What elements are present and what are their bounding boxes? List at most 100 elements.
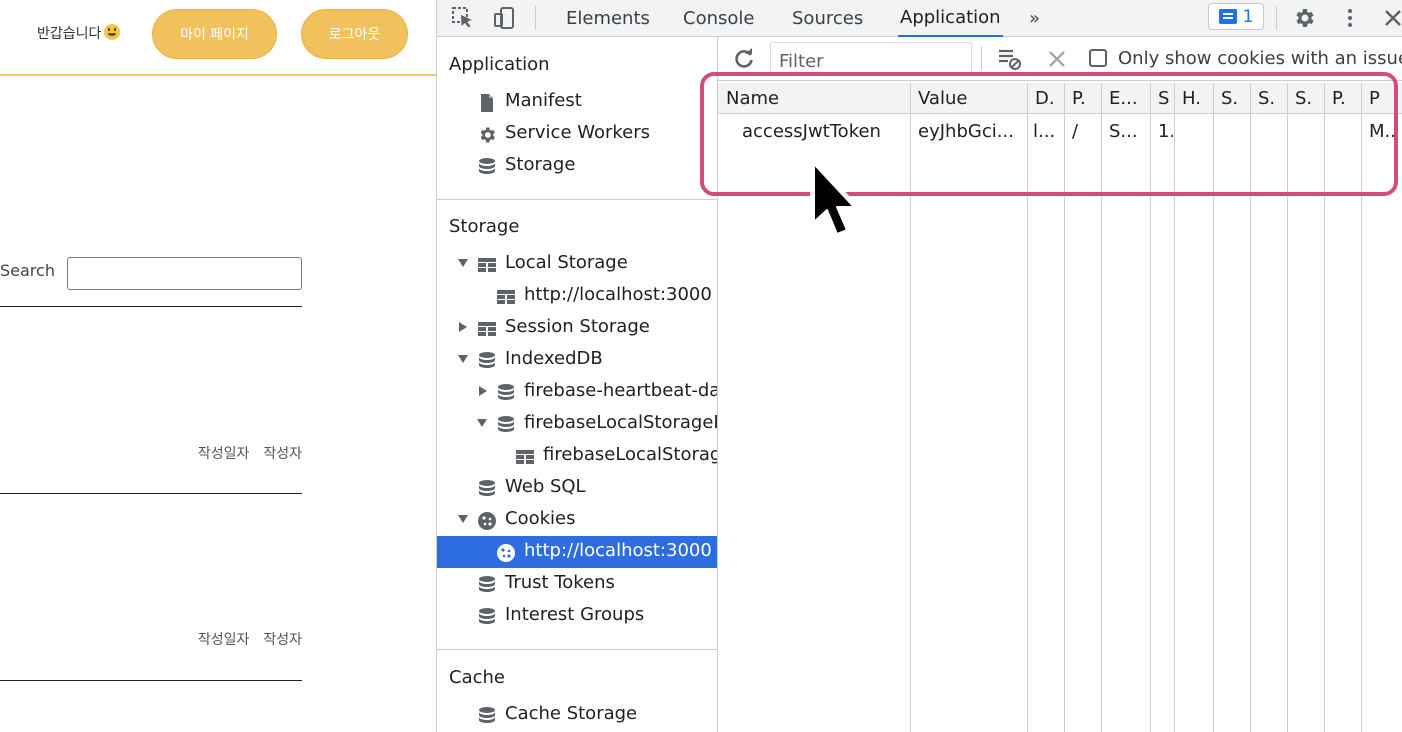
column-header-sameparty[interactable]: S. [1287, 83, 1324, 114]
delete-icon[interactable] [1045, 47, 1069, 71]
cookie-icon [478, 512, 496, 530]
sidebar-item-cookies[interactable]: Cookies [437, 504, 717, 536]
inspect-element-icon[interactable] [451, 6, 475, 30]
sidebar-item-trust-tokens[interactable]: Trust Tokens [437, 568, 717, 600]
column-header-value[interactable]: Value [910, 83, 1027, 114]
sidebar-item-local-storage[interactable]: Local Storage [437, 248, 717, 280]
sidebar-item-storage[interactable]: Storage [437, 150, 717, 182]
post-author-label: 작성자 [263, 632, 302, 648]
sidebar-item-label: Storage [505, 154, 576, 175]
gear-icon[interactable] [1292, 6, 1316, 30]
search-label: Search [0, 261, 55, 280]
column-header-partition-key[interactable]: P. [1324, 83, 1361, 114]
sidebar-item-label: firebaseLocalStorageDb [524, 412, 718, 433]
issues-button[interactable]: 1 [1208, 3, 1264, 30]
clear-filtered-icon[interactable] [997, 46, 1021, 70]
column-divider [1150, 83, 1151, 732]
sidebar-item-cookies-origin[interactable]: http://localhost:3000 [437, 536, 717, 568]
column-header-samesite[interactable]: S. [1250, 83, 1287, 114]
tab-application[interactable]: Application [898, 0, 1003, 37]
column-divider [1361, 83, 1362, 732]
sidebar-item-web-sql[interactable]: Web SQL [437, 472, 717, 504]
column-header-httponly[interactable]: H. [1174, 83, 1213, 114]
column-divider [1287, 83, 1288, 732]
column-header-secure[interactable]: S. [1213, 83, 1250, 114]
only-issues-checkbox[interactable] [1089, 49, 1107, 67]
section-title-cache: Cache [449, 667, 505, 688]
cookie-path[interactable]: / [1072, 121, 1100, 142]
cookie-size[interactable]: 1. [1158, 121, 1173, 142]
greeting-text: 반갑습니다 [37, 26, 102, 42]
mypage-button[interactable]: 마이 페이지 [152, 9, 277, 59]
chevron-down-icon[interactable] [477, 419, 487, 427]
sidebar-item-local-storage-origin[interactable]: http://localhost:3000 [437, 280, 717, 312]
column-header-expires[interactable]: E... [1101, 83, 1150, 114]
device-toolbar-icon[interactable] [493, 6, 517, 30]
tab-elements[interactable]: Elements [564, 0, 652, 37]
database-icon [479, 608, 495, 624]
message-icon [1218, 9, 1237, 24]
sidebar-item-firebase-local-storage[interactable]: firebaseLocalStorage [437, 440, 717, 472]
cookie-table-header: Name Value D. P. E... S H. S. S. S. P. P [718, 83, 1402, 114]
column-header-domain[interactable]: D. [1027, 83, 1064, 114]
more-options-icon[interactable] [1338, 6, 1362, 30]
more-tabs-icon[interactable]: » [1027, 0, 1042, 37]
sidebar-item-label: http://localhost:3000 [524, 284, 712, 305]
grinning-face-icon [104, 24, 121, 40]
column-divider [1064, 83, 1065, 732]
sidebar-item-firebase-local-storage-db[interactable]: firebaseLocalStorageDb [437, 408, 718, 440]
database-icon [498, 416, 514, 432]
cookie-name[interactable]: accessJwtToken [742, 121, 906, 142]
sidebar-item-cache-storage[interactable]: Cache Storage [437, 699, 717, 731]
column-divider [1250, 83, 1251, 732]
sidebar-item-session-storage[interactable]: Session Storage [437, 312, 717, 344]
database-icon [498, 384, 514, 400]
sidebar-item-label: Cache Storage [505, 703, 638, 724]
logout-button[interactable]: 로그아웃 [301, 9, 408, 59]
sidebar-item-label: Web SQL [505, 476, 586, 497]
database-icon [479, 158, 495, 174]
search-input[interactable] [67, 257, 302, 290]
application-sidebar: Application Manifest Service Workers Sto… [437, 37, 718, 732]
chevron-down-icon[interactable] [458, 355, 468, 363]
post-author-label: 작성자 [263, 446, 302, 462]
sidebar-item-indexeddb[interactable]: IndexedDB [437, 344, 717, 376]
column-header-name[interactable]: Name [718, 83, 910, 114]
cookies-pane: Only show cookies with an issue Name Val… [718, 37, 1402, 732]
post-meta: 작성일자 작성자 [198, 443, 302, 463]
chevron-down-icon[interactable] [458, 259, 468, 267]
cookie-priority[interactable]: M.. [1369, 121, 1402, 142]
devtools-tabbar: Elements Console Sources Application » 1 [437, 0, 1402, 37]
sidebar-item-service-workers[interactable]: Service Workers [437, 118, 717, 150]
sidebar-item-label: Session Storage [505, 316, 650, 337]
filter-field[interactable] [770, 42, 972, 75]
close-icon[interactable] [1381, 6, 1402, 30]
cookie-expires[interactable]: S... [1109, 121, 1149, 142]
database-icon [479, 352, 495, 368]
cookie-value[interactable]: eyJhbGci... [918, 121, 1024, 142]
column-header-size[interactable]: S [1150, 83, 1174, 114]
tab-console[interactable]: Console [681, 0, 756, 37]
table-icon [478, 322, 496, 336]
chevron-right-icon[interactable] [459, 322, 467, 332]
issues-count: 1 [1242, 6, 1254, 27]
only-issues-label: Only show cookies with an issue [1118, 48, 1402, 69]
divider [0, 306, 302, 307]
sidebar-item-interest-groups[interactable]: Interest Groups [437, 600, 717, 632]
column-divider [1027, 83, 1028, 732]
section-divider [437, 199, 717, 200]
chevron-down-icon[interactable] [458, 515, 468, 523]
sidebar-item-label: Cookies [505, 508, 576, 529]
refresh-icon[interactable] [732, 47, 756, 71]
column-header-priority[interactable]: P [1361, 83, 1402, 114]
cookie-domain[interactable]: l... [1033, 121, 1063, 142]
filter-input[interactable] [771, 43, 971, 74]
toolbar-separator [535, 6, 536, 30]
chevron-right-icon[interactable] [479, 386, 487, 396]
tab-sources[interactable]: Sources [790, 0, 865, 37]
sidebar-item-label: http://localhost:3000 [524, 540, 712, 561]
sidebar-item-firebase-heartbeat[interactable]: firebase-heartbeat-database [437, 376, 717, 408]
sidebar-item-label: Interest Groups [505, 604, 645, 625]
column-header-path[interactable]: P. [1064, 83, 1101, 114]
sidebar-item-manifest[interactable]: Manifest [437, 86, 717, 118]
